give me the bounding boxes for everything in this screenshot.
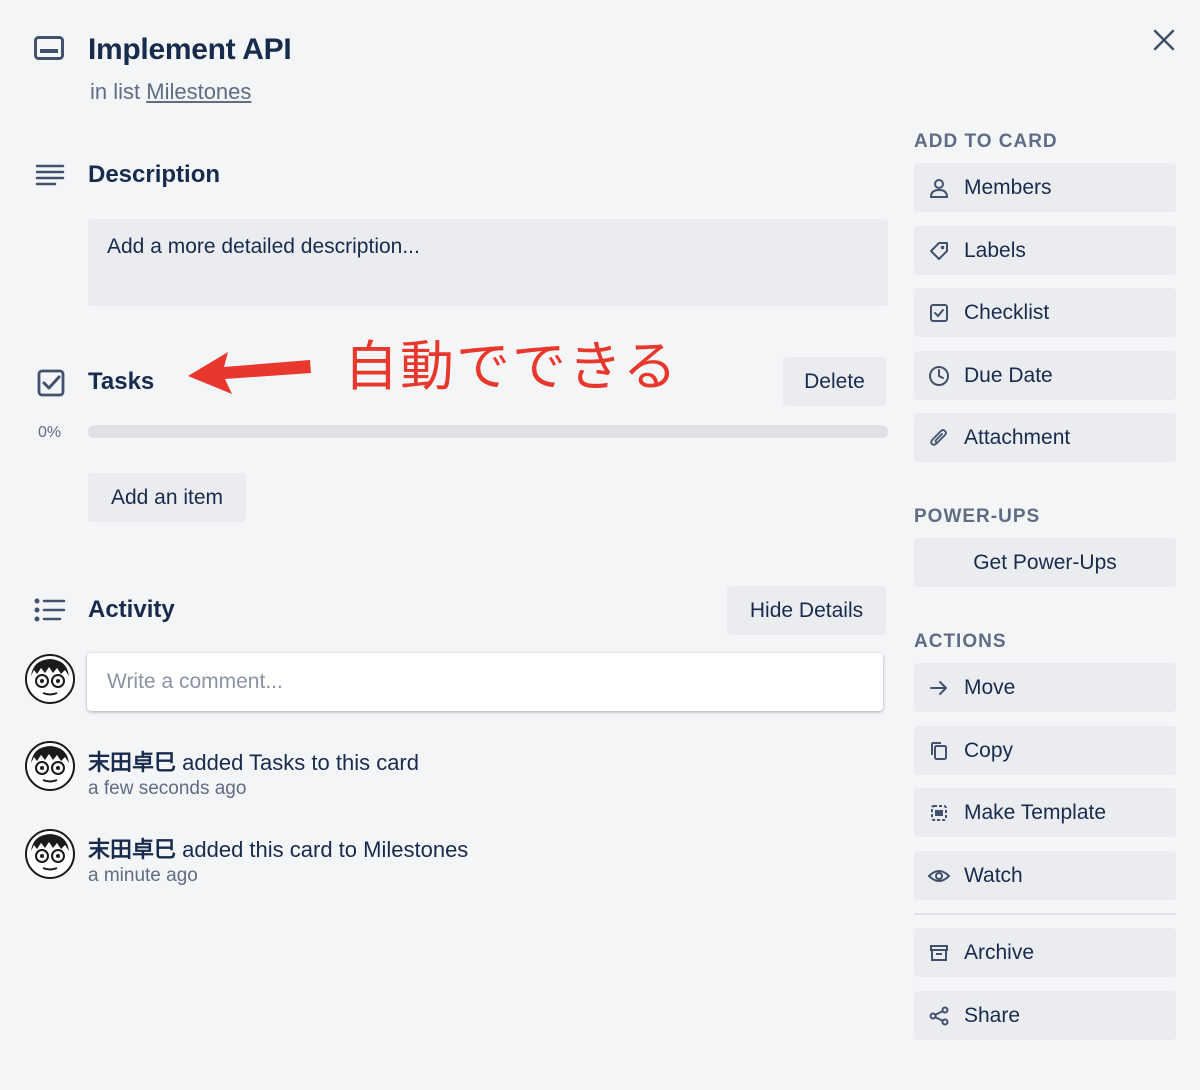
due-date-button[interactable]: Due Date [914, 351, 1176, 400]
avatar[interactable] [25, 741, 75, 791]
card-icon [34, 36, 64, 60]
copy-label: Copy [964, 738, 1014, 762]
share-label: Share [964, 1003, 1021, 1027]
add-to-card-heading: ADD TO CARD [914, 131, 1058, 152]
activity-item: 末田卓巳 added this card to Milestones [88, 832, 468, 864]
actions-heading: ACTIONS [914, 631, 1007, 652]
members-label: Members [964, 175, 1052, 199]
copy-button[interactable]: Copy [914, 726, 1176, 775]
avatar[interactable] [25, 829, 75, 879]
add-item-button[interactable]: Add an item [88, 473, 246, 522]
card-title[interactable]: Implement API [88, 33, 292, 67]
activity-user[interactable]: 末田卓巳 [88, 750, 176, 775]
watch-button[interactable]: Watch [914, 851, 1176, 900]
progress-percent: 0% [38, 424, 62, 441]
paperclip-icon [928, 427, 950, 449]
labels-button[interactable]: Labels [914, 226, 1176, 275]
archive-icon [928, 942, 950, 964]
close-button[interactable] [1148, 24, 1180, 56]
in-list-prefix: in list [90, 79, 141, 104]
attachment-label: Attachment [964, 425, 1071, 449]
red-arrow-icon [180, 340, 320, 401]
eye-icon [928, 865, 950, 887]
watch-label: Watch [964, 863, 1023, 887]
make-template-button[interactable]: Make Template [914, 788, 1176, 837]
move-label: Move [964, 675, 1016, 699]
description-icon [35, 163, 65, 187]
activity-heading: Activity [88, 596, 175, 623]
labels-label: Labels [964, 238, 1026, 262]
checklist-button[interactable]: Checklist [914, 288, 1176, 337]
power-ups-heading: POWER-UPS [914, 506, 1041, 527]
archive-label: Archive [964, 940, 1035, 964]
activity-action: added this card to Milestones [182, 837, 469, 862]
hide-details-button[interactable]: Hide Details [727, 586, 886, 635]
activity-time[interactable]: a minute ago [88, 865, 198, 887]
members-button[interactable]: Members [914, 163, 1176, 212]
activity-action: added Tasks to this card [182, 750, 419, 775]
description-box[interactable]: Add a more detailed description... [88, 219, 888, 306]
list-link[interactable]: Milestones [146, 79, 251, 104]
template-icon [928, 802, 950, 824]
share-button[interactable]: Share [914, 991, 1176, 1040]
due-date-label: Due Date [964, 363, 1053, 387]
checklist-icon [37, 369, 65, 397]
checklist-label: Checklist [964, 300, 1050, 324]
comment-input[interactable] [87, 653, 883, 711]
person-icon [928, 177, 950, 199]
archive-button[interactable]: Archive [914, 928, 1176, 977]
checklist-heading[interactable]: Tasks [88, 368, 154, 396]
attachment-button[interactable]: Attachment [914, 413, 1176, 462]
share-icon [928, 1005, 950, 1027]
activity-icon [34, 598, 66, 622]
get-power-ups-button[interactable]: Get Power-Ups [914, 538, 1176, 587]
progress-bar [88, 425, 888, 438]
move-button[interactable]: Move [914, 663, 1176, 712]
sidebar-divider [914, 913, 1176, 915]
tag-icon [928, 240, 950, 262]
checkbox-icon [928, 302, 950, 324]
delete-checklist-button[interactable]: Delete [783, 357, 886, 406]
clock-icon [928, 365, 950, 387]
close-icon [1153, 29, 1175, 51]
annotation-text: 自動でできる [344, 335, 679, 398]
activity-user[interactable]: 末田卓巳 [88, 837, 176, 862]
description-heading: Description [88, 161, 221, 188]
make-template-label: Make Template [964, 800, 1107, 824]
activity-time[interactable]: a few seconds ago [88, 778, 246, 800]
avatar[interactable] [25, 654, 75, 704]
activity-item: 末田卓巳 added Tasks to this card [88, 745, 419, 777]
copy-icon [928, 740, 950, 762]
arrow-right-icon [928, 677, 950, 699]
in-list-text: in list Milestones [90, 79, 251, 105]
